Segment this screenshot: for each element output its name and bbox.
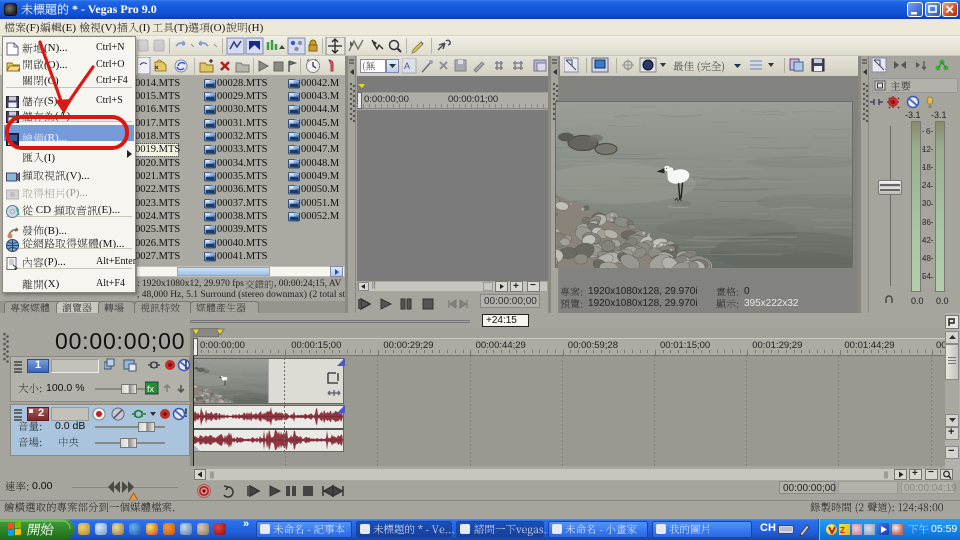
svg-text:A: A [404,61,410,71]
svg-text:Z: Z [840,526,845,535]
svg-text:fx: fx [147,384,155,394]
